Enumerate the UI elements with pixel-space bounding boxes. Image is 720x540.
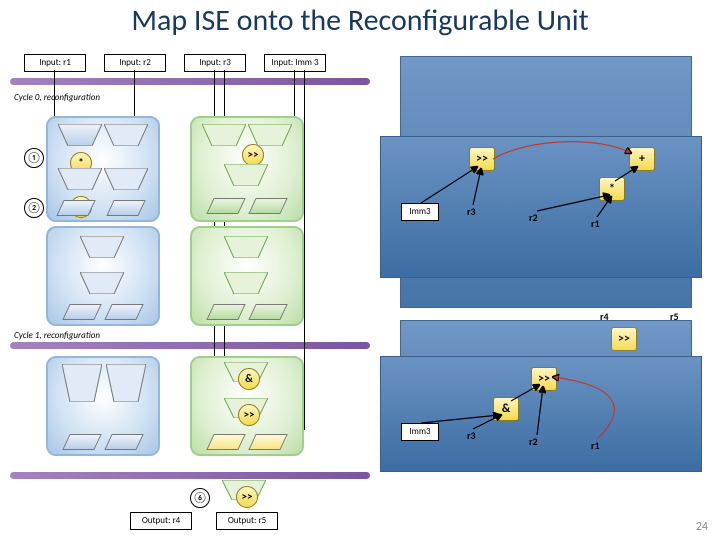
alu-trapezoid	[224, 164, 268, 186]
alu-trapezoid	[80, 236, 124, 258]
dfg-panel-2: >> & Imm3 r3 r2 r1	[380, 356, 702, 472]
alu-trapezoid	[80, 272, 124, 294]
fu-group-b: >>	[190, 116, 304, 222]
fu-group-a: * +	[46, 116, 160, 222]
alu-trapezoid	[104, 124, 148, 146]
op-shr: >>	[238, 404, 260, 426]
fu-group-c1-b: & >>	[190, 356, 304, 456]
dfg-panel-1: >> + * Imm3 r3 r2 r1	[380, 136, 702, 278]
op-shr: >>	[236, 486, 258, 508]
alu-trapezoid	[224, 236, 268, 258]
cycle1-label: Cycle 1, reconfiguration	[14, 330, 100, 341]
reg-parallelogram	[248, 304, 287, 320]
input-r1: Input: r1	[24, 54, 86, 72]
dfg-edges	[381, 137, 701, 277]
output-r4: Output: r4	[130, 512, 192, 530]
page-number: 24	[696, 520, 708, 534]
reg-parallelogram	[206, 304, 245, 320]
alu-trapezoid	[58, 124, 102, 146]
op-shr: >>	[242, 144, 264, 166]
bus-top	[10, 78, 370, 85]
output-r5: Output: r5	[216, 512, 278, 530]
input-r2: Input: r2	[104, 54, 166, 72]
step-1: ①	[24, 148, 44, 168]
step-6: ⑥	[190, 488, 210, 508]
page-title: Map ISE onto the Reconfigurable Unit	[0, 2, 720, 39]
reg-parallelogram	[248, 198, 287, 214]
reg-parallelogram	[206, 198, 245, 214]
step-2: ②	[24, 198, 44, 218]
fu-group-c1-a	[46, 356, 160, 456]
fu-group-b2	[190, 226, 304, 326]
alu-trapezoid	[58, 168, 102, 190]
alu-trapezoid	[248, 124, 292, 146]
node-shr: >>	[611, 327, 637, 351]
reg-parallelogram	[62, 304, 101, 320]
alu-trapezoid	[62, 364, 102, 402]
cycle0-label: Cycle 0, reconfiguration	[14, 92, 100, 103]
reg-parallelogram	[104, 304, 143, 320]
alu-trapezoid	[106, 364, 146, 402]
input-r3: Input: r3	[184, 54, 246, 72]
fu-group-a2	[46, 226, 160, 326]
input-imm3: Input: Imm 3	[264, 54, 326, 72]
reg-parallelogram	[104, 434, 143, 450]
reg-parallelogram	[248, 434, 287, 450]
bus-bot	[10, 472, 370, 479]
bus-mid	[10, 342, 370, 349]
reg-parallelogram	[62, 434, 101, 450]
alu-trapezoid	[104, 168, 148, 190]
alu-trapezoid	[202, 124, 246, 146]
reg-parallelogram	[106, 200, 145, 216]
wire	[304, 70, 305, 430]
alu-trapezoid	[224, 272, 268, 294]
op-and: &	[238, 368, 260, 390]
reg-parallelogram	[206, 434, 245, 450]
dfg-edges	[381, 357, 701, 471]
